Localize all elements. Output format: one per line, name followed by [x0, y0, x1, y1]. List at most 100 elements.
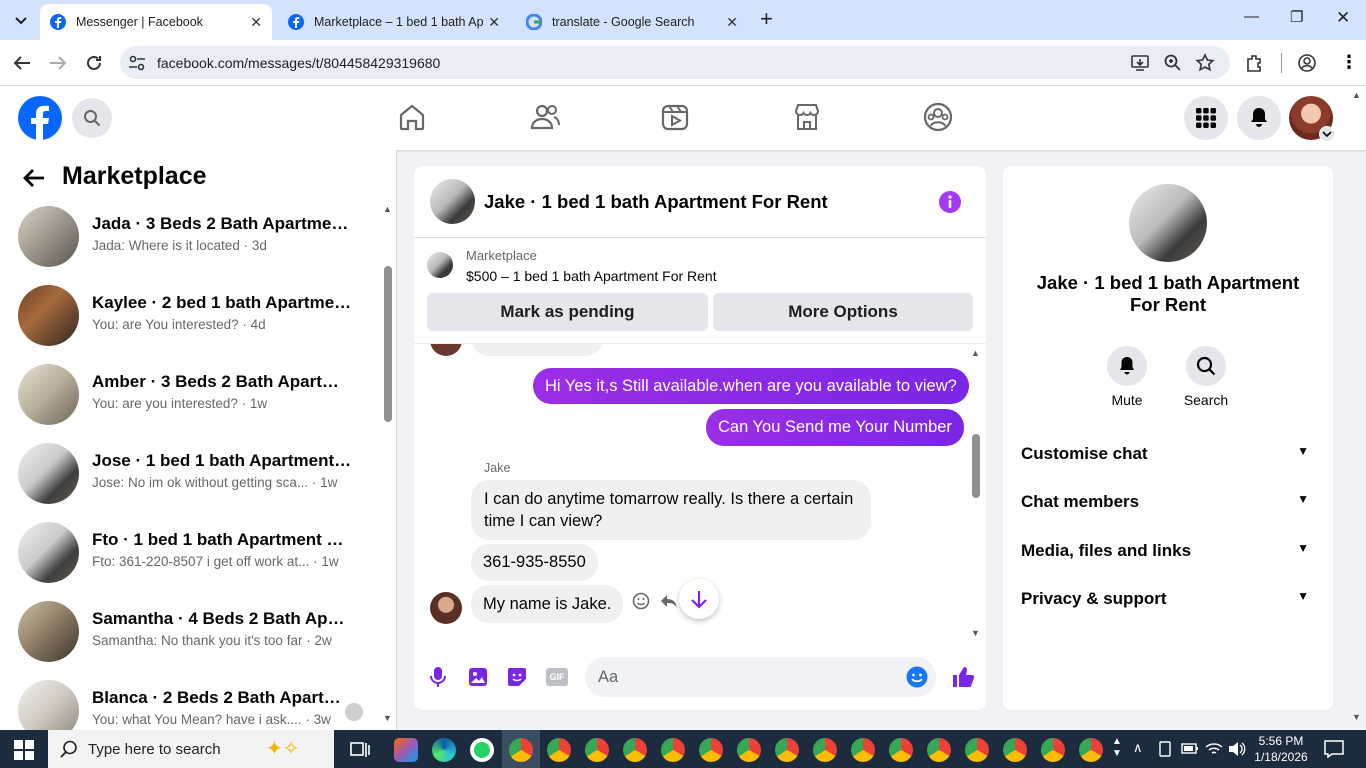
search-button[interactable]: [72, 98, 112, 138]
chat-title[interactable]: Jake · 1 bed 1 bath Apartment For Rent: [484, 191, 828, 213]
message-input[interactable]: Aa: [585, 657, 936, 697]
edge-icon[interactable]: [432, 738, 456, 762]
chrome-icon[interactable]: [1079, 738, 1103, 762]
chrome-icon[interactable]: [1041, 738, 1065, 762]
browser-menu-icon[interactable]: ⋮: [1340, 52, 1358, 73]
sticker-icon[interactable]: [507, 667, 527, 687]
scroll-up-icon[interactable]: ▲: [971, 348, 980, 358]
chat-avatar-large[interactable]: [1129, 184, 1207, 262]
forward-arrow-icon[interactable]: [48, 54, 68, 72]
chrome-icon[interactable]: [851, 738, 875, 762]
scroll-up-icon[interactable]: ▲: [383, 204, 392, 214]
tab-messenger[interactable]: Messenger | Facebook ✕: [40, 4, 272, 40]
chrome-icon[interactable]: [737, 738, 761, 762]
chat-members-section[interactable]: Chat members ▼: [1021, 492, 1321, 512]
info-icon[interactable]: [938, 190, 962, 214]
message-bubble-outgoing[interactable]: Can You Send me Your Number: [706, 409, 964, 446]
copilot-icon[interactable]: [394, 738, 418, 762]
conversation-item[interactable]: Samantha · 4 Beds 2 Bath Apart... Samant…: [18, 601, 378, 663]
page-scroll-down-icon[interactable]: ▼: [1352, 712, 1361, 722]
chrome-icon[interactable]: [661, 738, 685, 762]
close-tab-icon[interactable]: ✕: [726, 14, 738, 31]
task-view-icon[interactable]: [350, 740, 370, 760]
site-settings-icon[interactable]: [128, 54, 146, 72]
show-hidden-icons[interactable]: ∧: [1133, 740, 1143, 756]
more-options-button[interactable]: More Options: [713, 293, 973, 331]
scroll-down-icon[interactable]: ▼: [383, 713, 392, 723]
tab-google[interactable]: translate - Google Search ✕: [516, 4, 748, 40]
taskbar-overflow-icon[interactable]: ▲ ▼: [1112, 736, 1122, 760]
conversation-item[interactable]: Amber · 3 Beds 2 Bath Apartme... You: ar…: [18, 364, 378, 426]
page-scroll-up-icon[interactable]: ▲: [1352, 90, 1361, 100]
back-arrow-icon[interactable]: [12, 54, 32, 72]
conversation-item[interactable]: Fto · 1 bed 1 bath Apartment For... Fto:…: [18, 522, 378, 584]
zoom-icon[interactable]: [1163, 53, 1183, 73]
scroll-down-icon[interactable]: ▼: [971, 628, 980, 638]
message-bubble-outgoing[interactable]: Hi Yes it,s Still available.when are you…: [533, 368, 969, 404]
tab-marketplace[interactable]: Marketplace – 1 bed 1 bath Ap ✕: [278, 4, 510, 40]
scroll-to-bottom-button[interactable]: [679, 579, 719, 619]
thumbs-up-icon[interactable]: [951, 665, 975, 689]
device-icon[interactable]: [1157, 741, 1173, 757]
clock[interactable]: 5:56 PM 1/18/2026: [1248, 733, 1314, 765]
message-bubble-incoming[interactable]: My name is Jake.: [471, 585, 624, 623]
close-tab-icon[interactable]: ✕: [488, 14, 500, 31]
chrome-icon[interactable]: [927, 738, 951, 762]
listing-title[interactable]: $500 – 1 bed 1 bath Apartment For Rent: [466, 268, 717, 284]
chat-scrollbar-thumb[interactable]: [972, 434, 980, 498]
taskbar-search-box[interactable]: Type here to search ✦✧: [48, 730, 334, 768]
account-chevron-icon[interactable]: [1319, 126, 1335, 142]
gif-icon[interactable]: GIF: [546, 668, 568, 686]
mark-pending-button[interactable]: Mark as pending: [427, 293, 708, 331]
chrome-icon[interactable]: [775, 738, 799, 762]
reload-icon[interactable]: [84, 53, 104, 73]
chrome-icon[interactable]: [1003, 738, 1027, 762]
chrome-icon[interactable]: [889, 738, 913, 762]
chat-avatar[interactable]: [430, 179, 475, 224]
message-bubble-incoming[interactable]: I can do anytime tomarrow really. Is the…: [471, 480, 871, 540]
chrome-icon[interactable]: [699, 738, 723, 762]
media-files-section[interactable]: Media, files and links ▼: [1021, 541, 1321, 561]
battery-icon[interactable]: [1181, 742, 1199, 756]
wifi-icon[interactable]: [1205, 741, 1223, 757]
windows-start-icon[interactable]: [14, 740, 34, 760]
microphone-icon[interactable]: [430, 666, 446, 688]
marketplace-icon[interactable]: [793, 102, 821, 132]
chrome-icon[interactable]: [547, 738, 571, 762]
profile-icon[interactable]: [1297, 53, 1317, 73]
chrome-icon[interactable]: [813, 738, 837, 762]
sidebar-scrollbar-thumb[interactable]: [384, 266, 392, 422]
search-in-chat-button[interactable]: [1186, 346, 1226, 386]
mute-button[interactable]: [1107, 346, 1147, 386]
conversation-item[interactable]: Kaylee · 2 bed 1 bath Apartment ... You:…: [18, 285, 378, 347]
conversation-item[interactable]: Jada · 3 Beds 2 Bath Apartment ... Jada:…: [18, 206, 378, 268]
whatsapp-icon[interactable]: [470, 738, 494, 762]
close-tab-icon[interactable]: ✕: [250, 14, 262, 31]
tab-search-button[interactable]: [8, 8, 34, 32]
video-icon[interactable]: [661, 102, 689, 132]
react-emoji-icon[interactable]: [632, 592, 650, 610]
home-icon[interactable]: [398, 102, 426, 132]
close-window-button[interactable]: ✕: [1336, 8, 1350, 28]
message-bubble-incoming[interactable]: 361-935-8550: [471, 544, 598, 581]
chrome-icon[interactable]: [509, 738, 533, 762]
customise-chat-section[interactable]: Customise chat ▼: [1021, 444, 1321, 464]
privacy-support-section[interactable]: Privacy & support ▼: [1021, 589, 1321, 609]
conversation-item[interactable]: Jose · 1 bed 1 bath Apartment Fo... Jose…: [18, 443, 378, 505]
groups-icon[interactable]: [923, 102, 953, 132]
volume-icon[interactable]: [1228, 741, 1246, 757]
notifications-button[interactable]: [1237, 96, 1281, 140]
friends-icon[interactable]: [530, 102, 560, 132]
facebook-logo-icon[interactable]: [18, 96, 62, 140]
chrome-icon[interactable]: [623, 738, 647, 762]
extensions-icon[interactable]: [1244, 53, 1264, 73]
minimize-button[interactable]: —: [1244, 8, 1259, 25]
new-tab-button[interactable]: +: [760, 6, 773, 32]
conversation-item[interactable]: Blanca · 2 Beds 2 Bath Apartm... You: wh…: [18, 680, 378, 730]
notifications-center-icon[interactable]: [1324, 740, 1344, 758]
emoji-icon[interactable]: [906, 666, 928, 688]
chrome-icon[interactable]: [585, 738, 609, 762]
back-arrow-icon[interactable]: [22, 167, 46, 189]
omnibox[interactable]: facebook.com/messages/t/804458429319680: [120, 46, 1230, 79]
bookmark-star-icon[interactable]: [1195, 53, 1215, 73]
